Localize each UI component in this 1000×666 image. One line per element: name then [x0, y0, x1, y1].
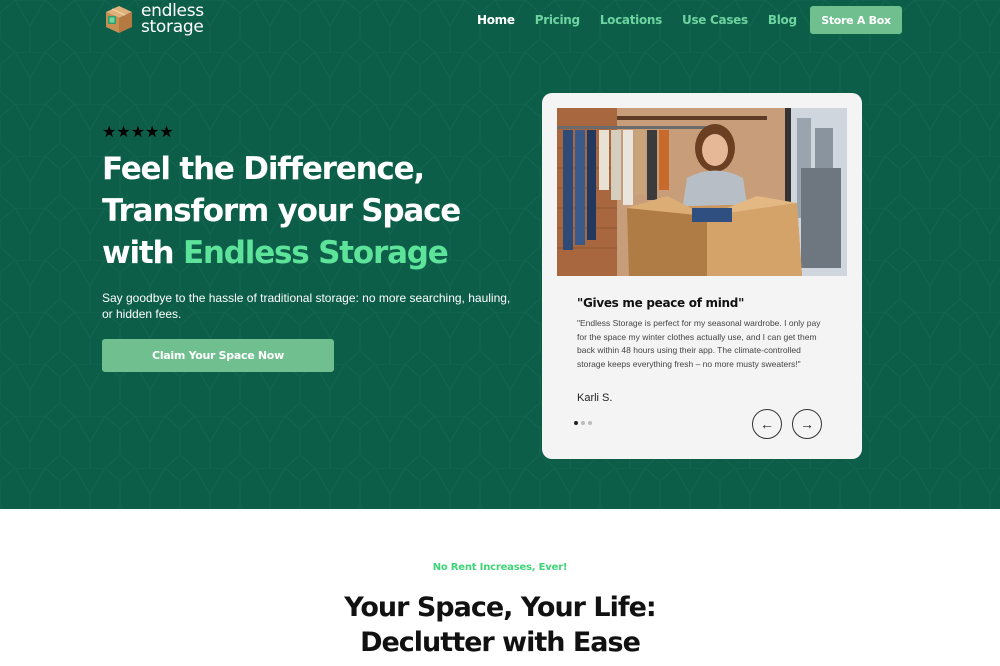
rating-stars: ★★★★★ — [102, 124, 174, 141]
section-title-line1: Your Space, Your Life: — [344, 592, 656, 623]
brand-name-line2: storage — [141, 17, 204, 37]
arrow-right-icon: → — [800, 416, 814, 432]
brand-name: endless storage — [141, 3, 204, 37]
nav-link-use-cases[interactable]: Use Cases — [682, 13, 748, 27]
testimonial-title: "Gives me peace of mind" — [577, 296, 745, 310]
slider-dot-1[interactable] — [574, 421, 578, 425]
testimonial-text: "Endless Storage is perfect for my seaso… — [577, 318, 821, 369]
box-logo-icon — [106, 6, 132, 33]
hero-headline: Feel the Difference, Transform your Spac… — [102, 148, 532, 274]
section-tagline: No Rent Increases, Ever! — [432, 562, 568, 573]
nav-link-locations[interactable]: Locations — [600, 13, 662, 27]
nav-link-blog[interactable]: Blog — [768, 13, 797, 27]
next-slide-button[interactable]: → — [792, 409, 822, 439]
previous-slide-button[interactable]: ← — [752, 409, 782, 439]
headline-line1: Feel the Difference, — [102, 151, 425, 187]
top-navigation: endless storage Home Pricing Locations U… — [0, 0, 1000, 40]
testimonial-author: Karli S. — [577, 392, 613, 404]
headline-line3-prefix: with — [102, 235, 183, 271]
slider-dot-3[interactable] — [588, 421, 592, 425]
nav-links: Home Pricing Locations Use Cases Blog — [477, 13, 817, 27]
testimonial-card: "Gives me peace of mind" "Endless Storag… — [542, 93, 862, 459]
store-a-box-button[interactable]: Store A Box — [810, 6, 902, 34]
headline-accent: Endless Storage — [182, 235, 449, 271]
testimonial-photo — [557, 108, 847, 276]
hero-subtext: Say goodbye to the hassle of traditional… — [102, 291, 511, 321]
nav-link-pricing[interactable]: Pricing — [535, 13, 580, 27]
section-title-line2: Declutter with Ease — [360, 627, 641, 658]
headline-line2: Transform your Space — [102, 193, 461, 229]
nav-link-home[interactable]: Home — [477, 13, 515, 27]
section-title: Your Space, Your Life: Declutter with Ea… — [0, 590, 1000, 660]
claim-your-space-button[interactable]: Claim Your Space Now — [102, 339, 334, 372]
brand-logo[interactable]: endless storage — [102, 2, 204, 36]
arrow-left-icon: ← — [760, 416, 774, 432]
slider-dot-2[interactable] — [581, 421, 585, 425]
slider-dots — [574, 421, 595, 425]
hero-section: endless storage Home Pricing Locations U… — [0, 0, 1000, 509]
